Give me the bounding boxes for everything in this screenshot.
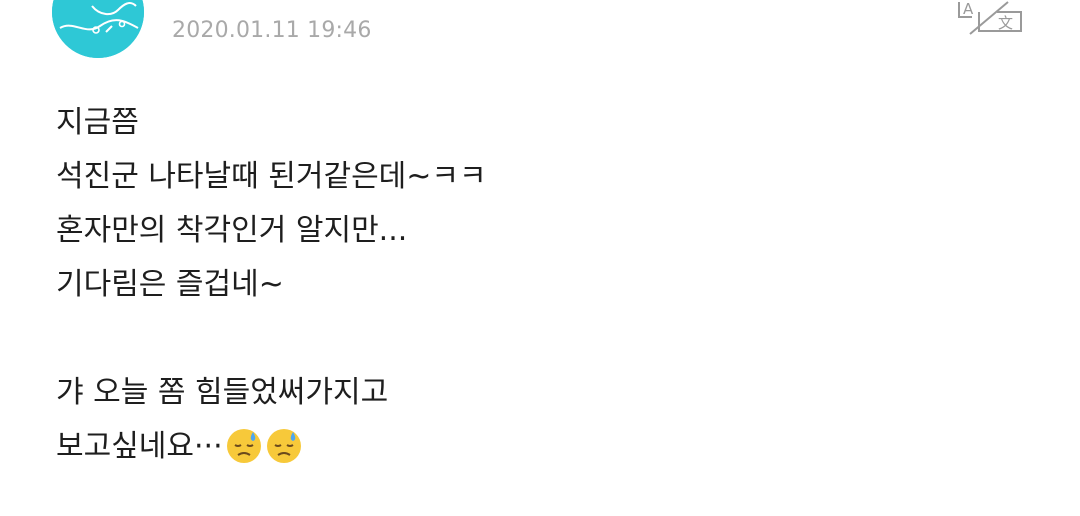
avatar-pattern-icon	[52, 0, 144, 58]
post-text-line: 석진군 나타날때 된거같은데~ㅋㅋ	[56, 159, 487, 194]
post-text-line: 기다림은 즐겁네~	[56, 267, 284, 302]
post-body: 지금쯤 석진군 나타날때 된거같은데~ㅋㅋ 혼자만의 착각인거 알지만... 기…	[56, 96, 956, 474]
post-timestamp: 2020.01.11 19:46	[172, 18, 372, 43]
author-name[interactable]: · · · ·	[172, 0, 332, 4]
svg-text:A: A	[963, 0, 974, 18]
svg-text:文: 文	[998, 14, 1013, 32]
downcast-face-with-sweat-icon	[265, 426, 303, 464]
post-text-line-last: 보고싶네요···	[56, 420, 956, 474]
translate-icon: A 文	[958, 0, 1022, 35]
avatar[interactable]	[52, 0, 144, 58]
post-text-line: 갸 오늘 쫌 힘들었써가지고	[56, 375, 389, 410]
translate-button[interactable]: A 文	[956, 0, 1024, 36]
post-text-line: 혼자만의 착각인거 알지만...	[56, 213, 408, 248]
post-text-line: 지금쯤	[56, 105, 139, 140]
post-header: · · · · 2020.01.11 19:46 A 文	[0, 0, 1080, 70]
post-text-line-content: 보고싶네요···	[56, 429, 223, 464]
downcast-face-with-sweat-icon	[225, 426, 263, 464]
